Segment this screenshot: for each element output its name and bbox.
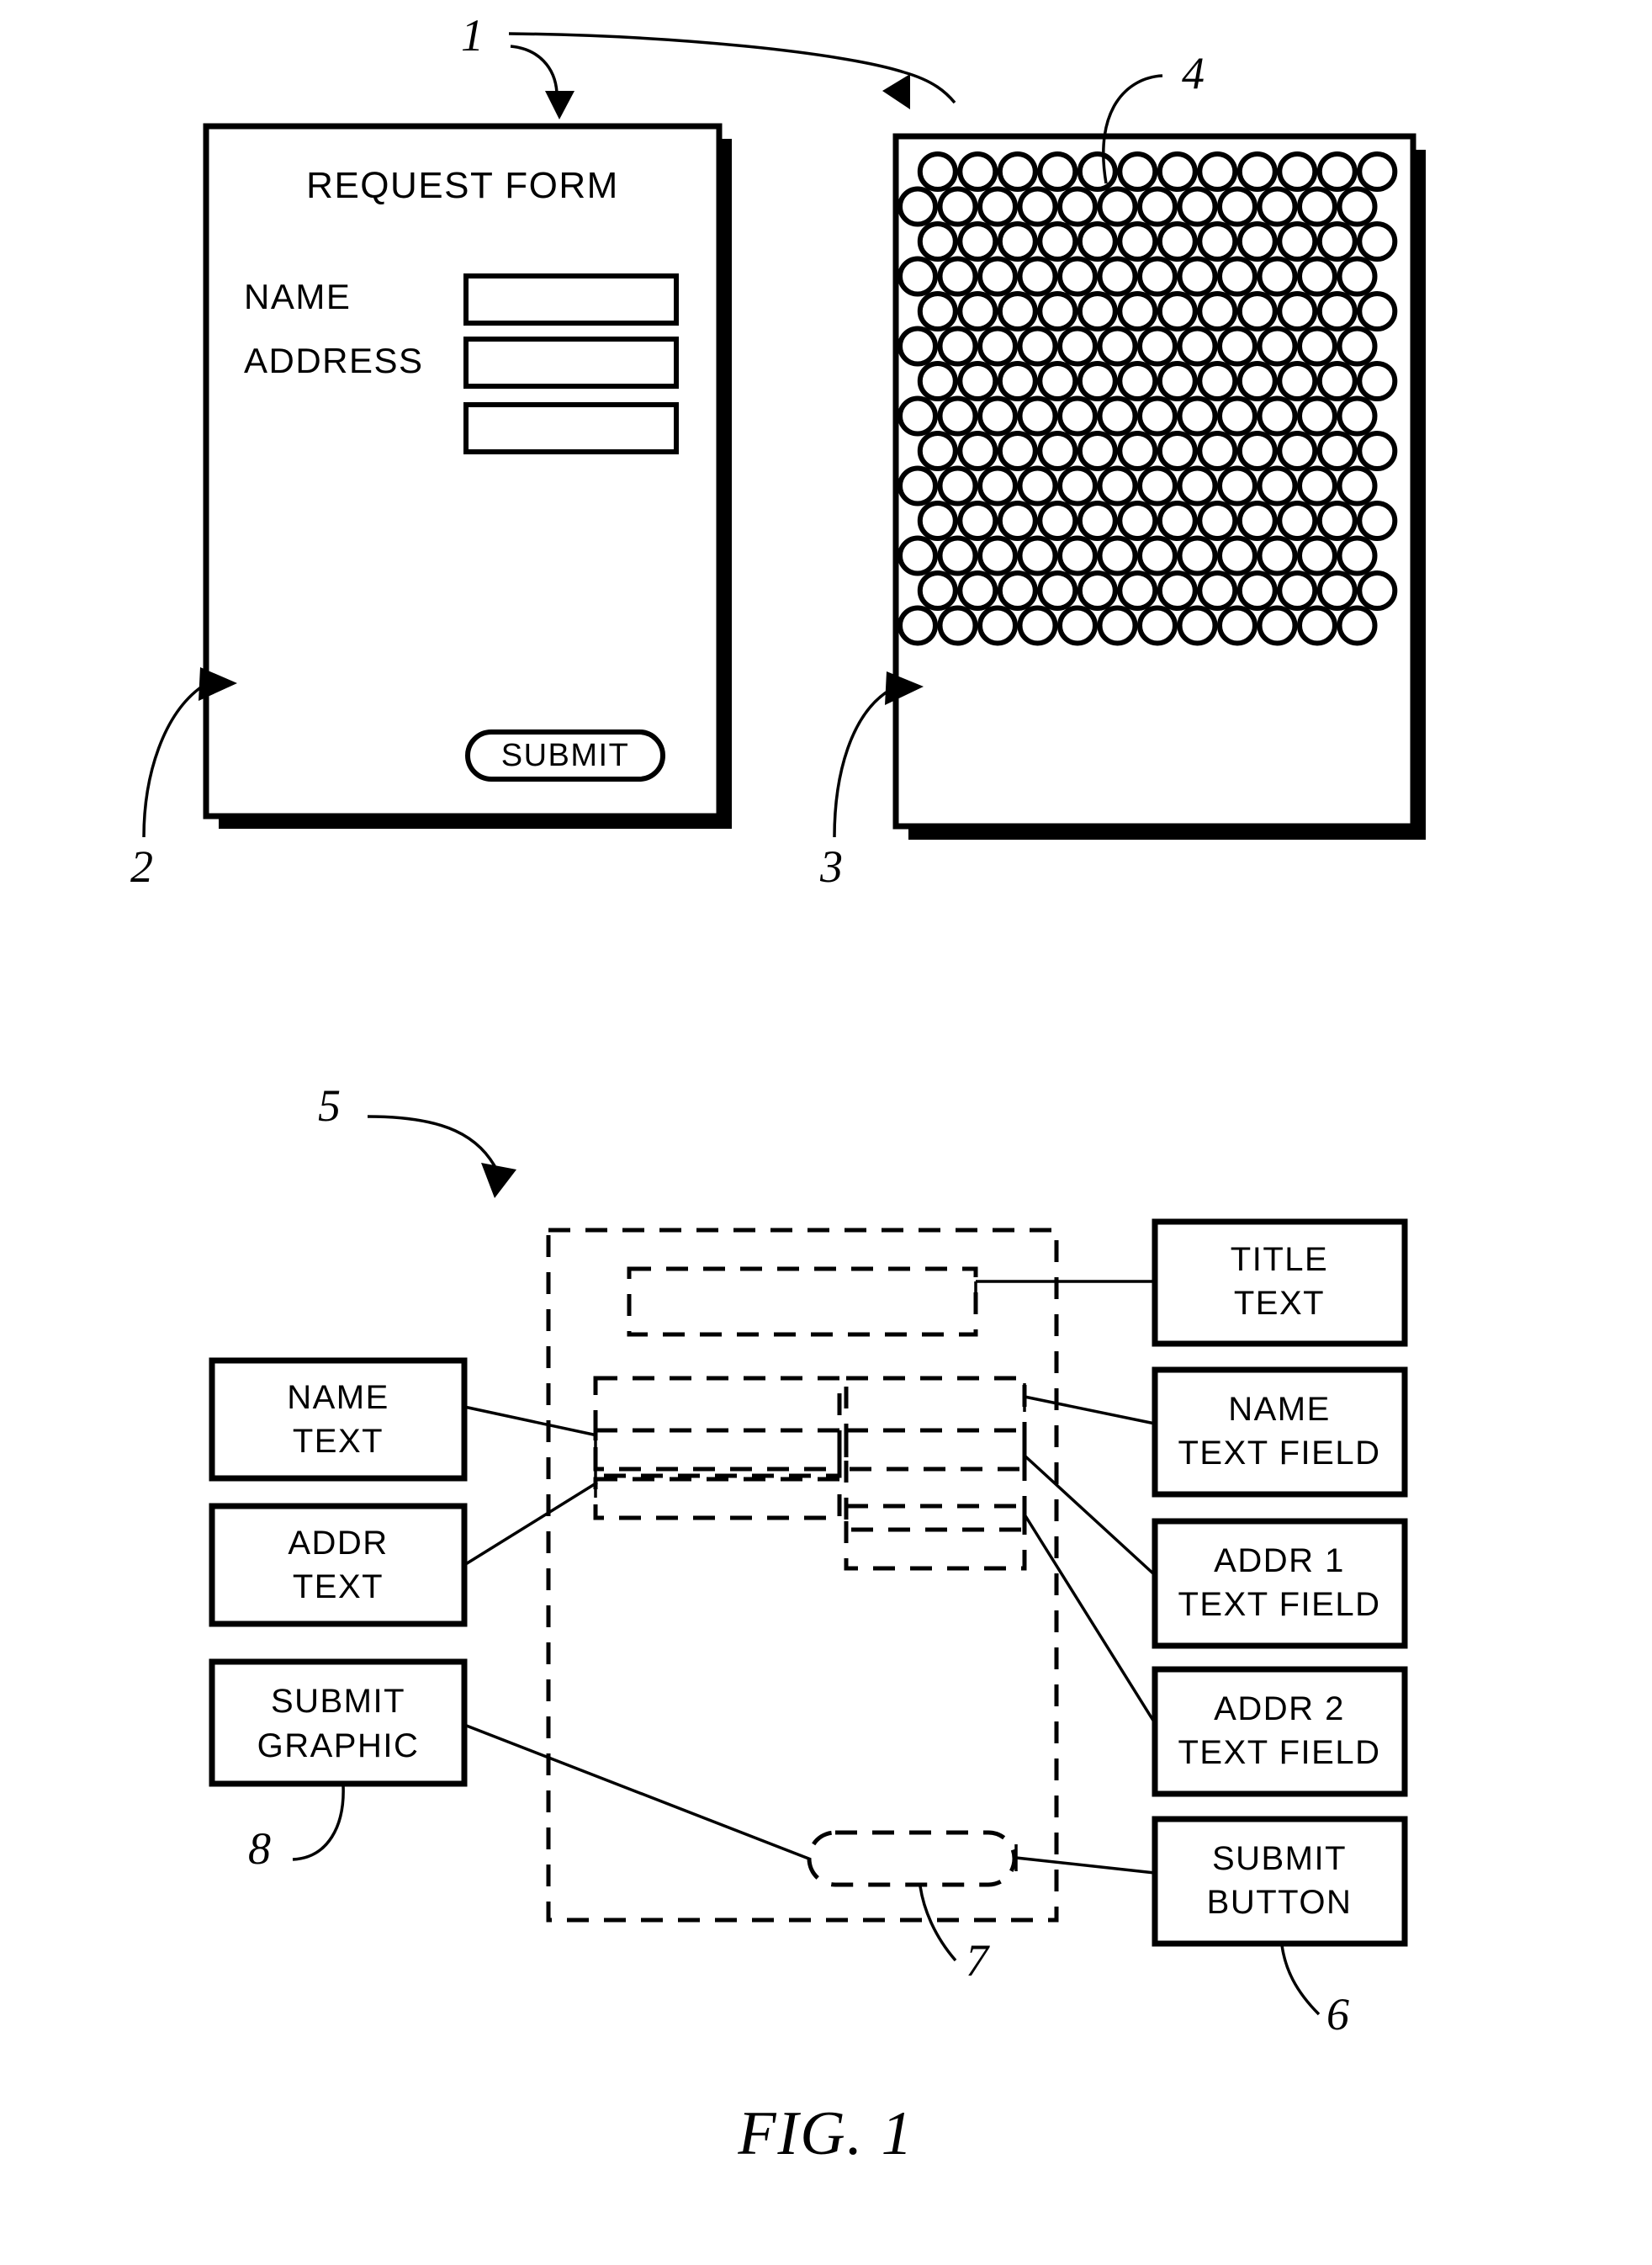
leader-line-8 bbox=[292, 1785, 345, 1861]
reference-numeral-1-group: 1 bbox=[461, 10, 956, 119]
box-addr-text-line2: TEXT bbox=[293, 1568, 384, 1605]
box-addr-text[interactable] bbox=[209, 1503, 468, 1627]
reference-numeral-5: 5 bbox=[318, 1080, 341, 1131]
box-submit-button[interactable] bbox=[1152, 1816, 1408, 1947]
connector-name-text bbox=[463, 1405, 598, 1437]
arrowhead-1-right bbox=[882, 74, 910, 109]
reference-numeral-2: 2 bbox=[130, 841, 153, 892]
reference-numeral-6-group: 6 bbox=[1280, 1944, 1349, 2040]
form-paper bbox=[203, 123, 723, 820]
connector-addr1-text-field bbox=[1023, 1454, 1157, 1577]
dashed-addr-left-field bbox=[593, 1477, 842, 1520]
leader-line-3 bbox=[833, 688, 891, 838]
connector-submit-button bbox=[1015, 1856, 1156, 1875]
arrowhead-1-down bbox=[545, 91, 574, 119]
leader-line-1-right-tail bbox=[903, 71, 956, 104]
arrowhead-5 bbox=[481, 1163, 516, 1198]
dashed-name-field bbox=[593, 1428, 842, 1472]
connector-name-text-field bbox=[1024, 1395, 1156, 1425]
reference-numeral-5-group: 5 bbox=[318, 1080, 516, 1198]
connector-submit-graphic bbox=[463, 1723, 812, 1861]
reference-numeral-7: 7 bbox=[966, 1935, 990, 1986]
connector-addr-text bbox=[463, 1481, 598, 1567]
reference-numeral-8-group: 8 bbox=[248, 1785, 345, 1874]
box-addr2-text-field-line2: TEXT FIELD bbox=[1178, 1734, 1381, 1771]
box-addr2-text-field-line1: ADDR 2 bbox=[1214, 1690, 1345, 1727]
box-name-text-line2: TEXT bbox=[293, 1423, 384, 1460]
box-name-text-field-line2: TEXT FIELD bbox=[1178, 1435, 1381, 1472]
leader-line-2 bbox=[142, 685, 204, 838]
patent-figure-1: 1 REQUEST FORM NAME ADDRESS SUBMIT 2 4 3… bbox=[0, 0, 1652, 2265]
reference-numeral-3: 3 bbox=[819, 841, 843, 892]
form-title: REQUEST FORM bbox=[306, 165, 619, 206]
box-submit-graphic-line1: SUBMIT bbox=[271, 1683, 405, 1720]
dot-pattern-document bbox=[892, 133, 1426, 840]
form-label-address: ADDRESS bbox=[244, 341, 424, 380]
leader-line-1-down bbox=[510, 45, 559, 93]
reference-numeral-8: 8 bbox=[248, 1823, 271, 1874]
dashed-title-zone bbox=[627, 1266, 978, 1337]
dashed-submit-zone bbox=[807, 1830, 1017, 1887]
box-name-text-line1: NAME bbox=[287, 1379, 389, 1416]
box-submit-graphic-line2: GRAPHIC bbox=[257, 1727, 420, 1764]
box-submit-button-line1: SUBMIT bbox=[1212, 1840, 1347, 1877]
dashed-addr1-field bbox=[844, 1428, 1027, 1472]
reference-numeral-1: 1 bbox=[461, 10, 484, 61]
box-submit-graphic[interactable] bbox=[209, 1658, 468, 1787]
request-form-document: REQUEST FORM NAME ADDRESS SUBMIT bbox=[203, 123, 732, 829]
leader-line-7 bbox=[919, 1886, 957, 1962]
right-label-boxes: TITLE TEXT NAME TEXT FIELD ADDR 1 TEXT F… bbox=[1152, 1218, 1408, 1947]
dashed-name-container bbox=[593, 1376, 842, 1478]
connector-addr2-text-field bbox=[1023, 1514, 1157, 1724]
form-submit-button-label: SUBMIT bbox=[501, 738, 630, 773]
form-label-name: NAME bbox=[244, 277, 351, 316]
box-addr1-text-field[interactable] bbox=[1152, 1518, 1408, 1649]
leader-line-5 bbox=[367, 1115, 500, 1173]
box-addr1-text-field-line2: TEXT FIELD bbox=[1178, 1586, 1381, 1623]
connector-lines bbox=[463, 1280, 1157, 1875]
dashed-addr2-field bbox=[844, 1504, 1027, 1571]
reference-numeral-7-group: 7 bbox=[919, 1886, 990, 1986]
box-title-text-line2: TEXT bbox=[1234, 1285, 1325, 1322]
reference-numeral-6: 6 bbox=[1326, 1989, 1349, 2040]
box-addr1-text-field-line1: ADDR 1 bbox=[1214, 1542, 1345, 1579]
leader-line-1-right bbox=[508, 32, 905, 74]
dashed-structure-group bbox=[546, 1228, 1059, 1923]
reference-numeral-4: 4 bbox=[1182, 48, 1205, 98]
box-submit-button-line2: BUTTON bbox=[1207, 1884, 1353, 1921]
leader-line-6 bbox=[1280, 1944, 1321, 2016]
box-name-text-field-line1: NAME bbox=[1228, 1391, 1331, 1428]
box-name-text[interactable] bbox=[209, 1357, 468, 1482]
figure-caption: FIG. 1 bbox=[737, 2099, 913, 2168]
box-addr2-text-field[interactable] bbox=[1152, 1666, 1408, 1797]
box-addr-text-line1: ADDR bbox=[288, 1525, 388, 1562]
box-name-text-field[interactable] bbox=[1152, 1366, 1408, 1498]
box-title-text[interactable] bbox=[1152, 1218, 1408, 1347]
dashed-page-outline bbox=[546, 1228, 1059, 1923]
left-label-boxes: NAME TEXT ADDR TEXT SUBMIT GRAPHIC bbox=[209, 1357, 468, 1787]
box-title-text-line1: TITLE bbox=[1231, 1241, 1328, 1278]
